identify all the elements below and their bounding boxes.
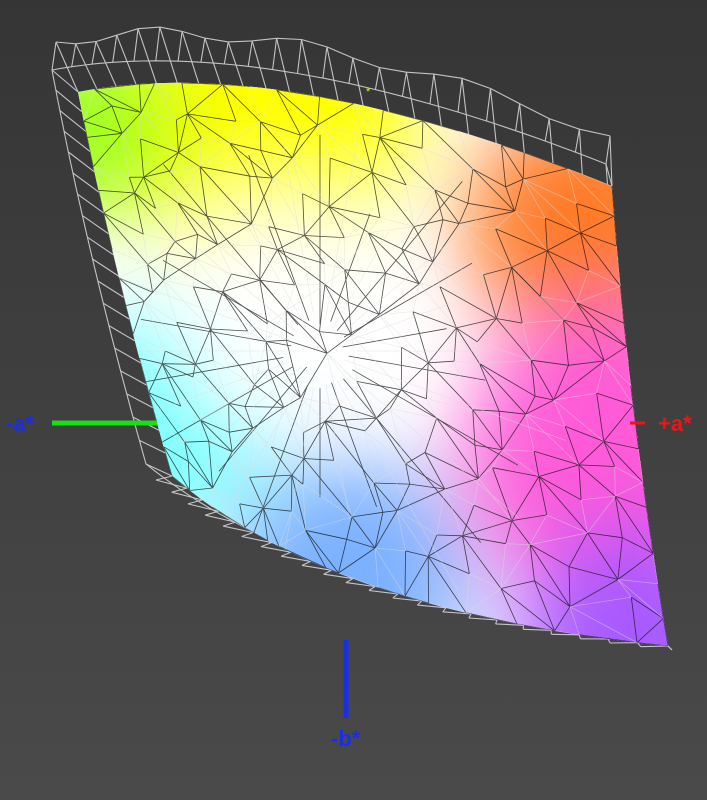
gamut-plot: -a* +a* -b* * [0, 0, 707, 800]
neg-a-axis-label: -a* [6, 411, 35, 436]
pos-a-axis-label: +a* [658, 411, 692, 436]
gamut-plot-canvas [0, 0, 707, 800]
neg-b-axis-label: -b* [331, 726, 361, 751]
pos-b-axis-label: * [366, 86, 371, 98]
